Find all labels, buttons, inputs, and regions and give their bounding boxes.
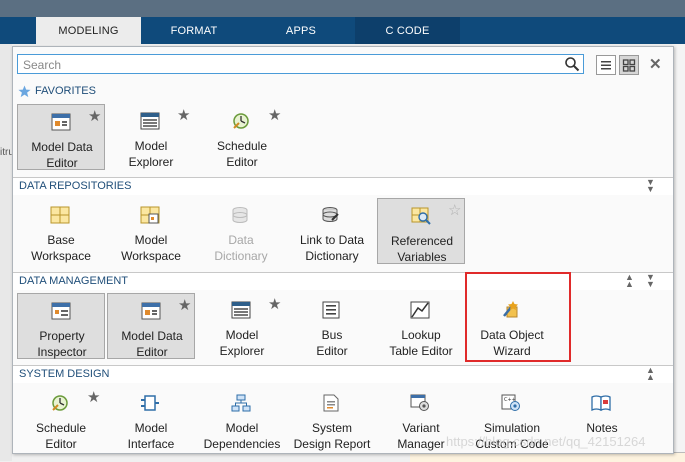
section-title: DATA MANAGEMENT [19,275,128,287]
data-dictionary-icon [232,207,248,223]
app-model-dependencies[interactable]: Model Dependencies [198,386,286,452]
model-workspace-icon [140,206,160,224]
app-label: Bus Editor [316,328,348,358]
app-label: Model Data Editor [121,329,183,359]
close-icon[interactable]: ✕ [649,55,662,73]
app-model-workspace[interactable]: Model Workspace [107,198,195,264]
app-data-dictionary: Data Dictionary [197,198,285,264]
model-data-editor-icon [51,113,71,131]
bus-editor-icon [322,301,340,319]
favorite-star-icon[interactable]: ★ [268,106,281,124]
list-view-button[interactable] [596,55,616,75]
app-label: Model Explorer [128,139,174,169]
model-interface-icon [141,395,159,411]
apps-gallery-popup: Search ✕ FAVORITES ★ Model Data Editor ★ … [12,46,674,454]
app-model-data-editor-favorites[interactable]: ★ Model Data Editor [17,104,105,170]
grid-view-button[interactable] [619,55,639,75]
tab-c-code[interactable]: C CODE [355,17,460,44]
favorites-star-icon [18,85,31,101]
search-input[interactable]: Search [17,54,584,74]
app-bus-editor[interactable]: Bus Editor [288,293,376,359]
app-schedule-editor-favorites[interactable]: ★ Schedule Editor [198,104,286,170]
section-data-management-header: DATA MANAGEMENT ▲ ▲ ▼ ▼ [13,272,673,290]
model-explorer-icon [140,112,160,130]
search-placeholder: Search [23,58,62,72]
expand-arrow-icon[interactable]: ▲ ▲ [646,366,655,382]
link-data-dictionary-icon [322,207,339,222]
simulation-custom-code-icon: C++ [501,394,520,411]
favorite-star-outline-icon[interactable]: ☆ [448,201,461,219]
app-system-design-report[interactable]: System Design Report [288,386,376,452]
variant-manager-icon [410,394,429,411]
app-model-explorer-favorites[interactable]: ★ Model Explorer [107,104,195,170]
watermark: https://blog.csdn.net/qq_42151264 [446,434,646,449]
property-inspector-icon [51,302,71,320]
collapse-arrow-icon[interactable]: ▼ ▼ [646,273,655,289]
app-model-data-editor[interactable]: ★ Model Data Editor [107,293,195,359]
favorite-star-icon[interactable]: ★ [177,106,190,124]
app-lookup-table-editor[interactable]: Lookup Table Editor [377,293,465,359]
window-top-strip [0,0,685,17]
section-title: FAVORITES [35,85,96,97]
favorite-star-icon[interactable]: ★ [88,107,101,125]
app-label: System Design Report [293,421,371,451]
ribbon-tab-bar: MODELING FORMAT APPS C CODE [0,17,685,44]
favorite-star-icon[interactable]: ★ [178,296,191,314]
app-label: Referenced Variables [390,234,454,264]
app-label: Data Dictionary [214,233,268,263]
app-label: Lookup Table Editor [389,328,453,358]
app-model-explorer[interactable]: ★ Model Explorer [198,293,286,359]
app-label: Model Data Editor [31,140,93,170]
app-label: Property Inspector [37,329,87,359]
app-label: Model Workspace [121,233,181,263]
notes-icon [591,395,611,412]
app-label: Model Interface [127,421,175,451]
referenced-variables-icon [411,207,431,225]
app-label: Link to Data Dictionary [299,233,365,263]
tab-modeling[interactable]: MODELING [36,17,141,44]
collapse-arrow-icon[interactable]: ▼ ▼ [646,178,655,194]
app-base-workspace[interactable]: Base Workspace [17,198,105,264]
background-editor-left: itru [0,44,14,461]
app-link-to-data-dictionary[interactable]: Link to Data Dictionary [288,198,376,264]
app-property-inspector[interactable]: Property Inspector [17,293,105,359]
app-label: Model Explorer [219,328,265,358]
app-label: Model Dependencies [203,421,281,451]
app-schedule-editor[interactable]: ★ Schedule Editor [17,386,105,452]
section-favorites-header: FAVORITES [13,83,673,100]
app-label: Schedule Editor [35,421,87,451]
section-data-repositories-header: DATA REPOSITORIES ▼ ▼ [13,177,673,195]
app-label: Base Workspace [31,233,91,263]
section-title: DATA REPOSITORIES [19,180,132,192]
search-icon[interactable] [564,56,580,75]
base-workspace-icon [50,206,70,224]
schedule-editor-icon [52,395,68,411]
list-view-icon [601,61,611,70]
section-system-design-header: SYSTEM DESIGN ▲ ▲ [13,365,673,383]
lookup-table-editor-icon [410,301,430,319]
model-data-editor-icon [141,302,161,320]
tab-format[interactable]: FORMAT [141,17,247,44]
model-dependencies-icon [231,394,251,412]
tab-apps[interactable]: APPS [247,17,355,44]
model-explorer-icon [231,301,251,319]
expand-arrow-icon[interactable]: ▲ ▲ [625,273,634,289]
app-model-interface[interactable]: Model Interface [107,386,195,452]
highlight-box [465,272,571,362]
system-design-report-icon [323,394,339,412]
schedule-editor-icon [233,113,249,129]
app-referenced-variables[interactable]: ☆ Referenced Variables [377,198,465,264]
app-label: Schedule Editor [216,139,268,169]
favorite-star-icon[interactable]: ★ [268,295,281,313]
section-title: SYSTEM DESIGN [19,368,110,380]
favorite-star-icon[interactable]: ★ [87,388,100,406]
grid-view-icon [622,59,636,72]
